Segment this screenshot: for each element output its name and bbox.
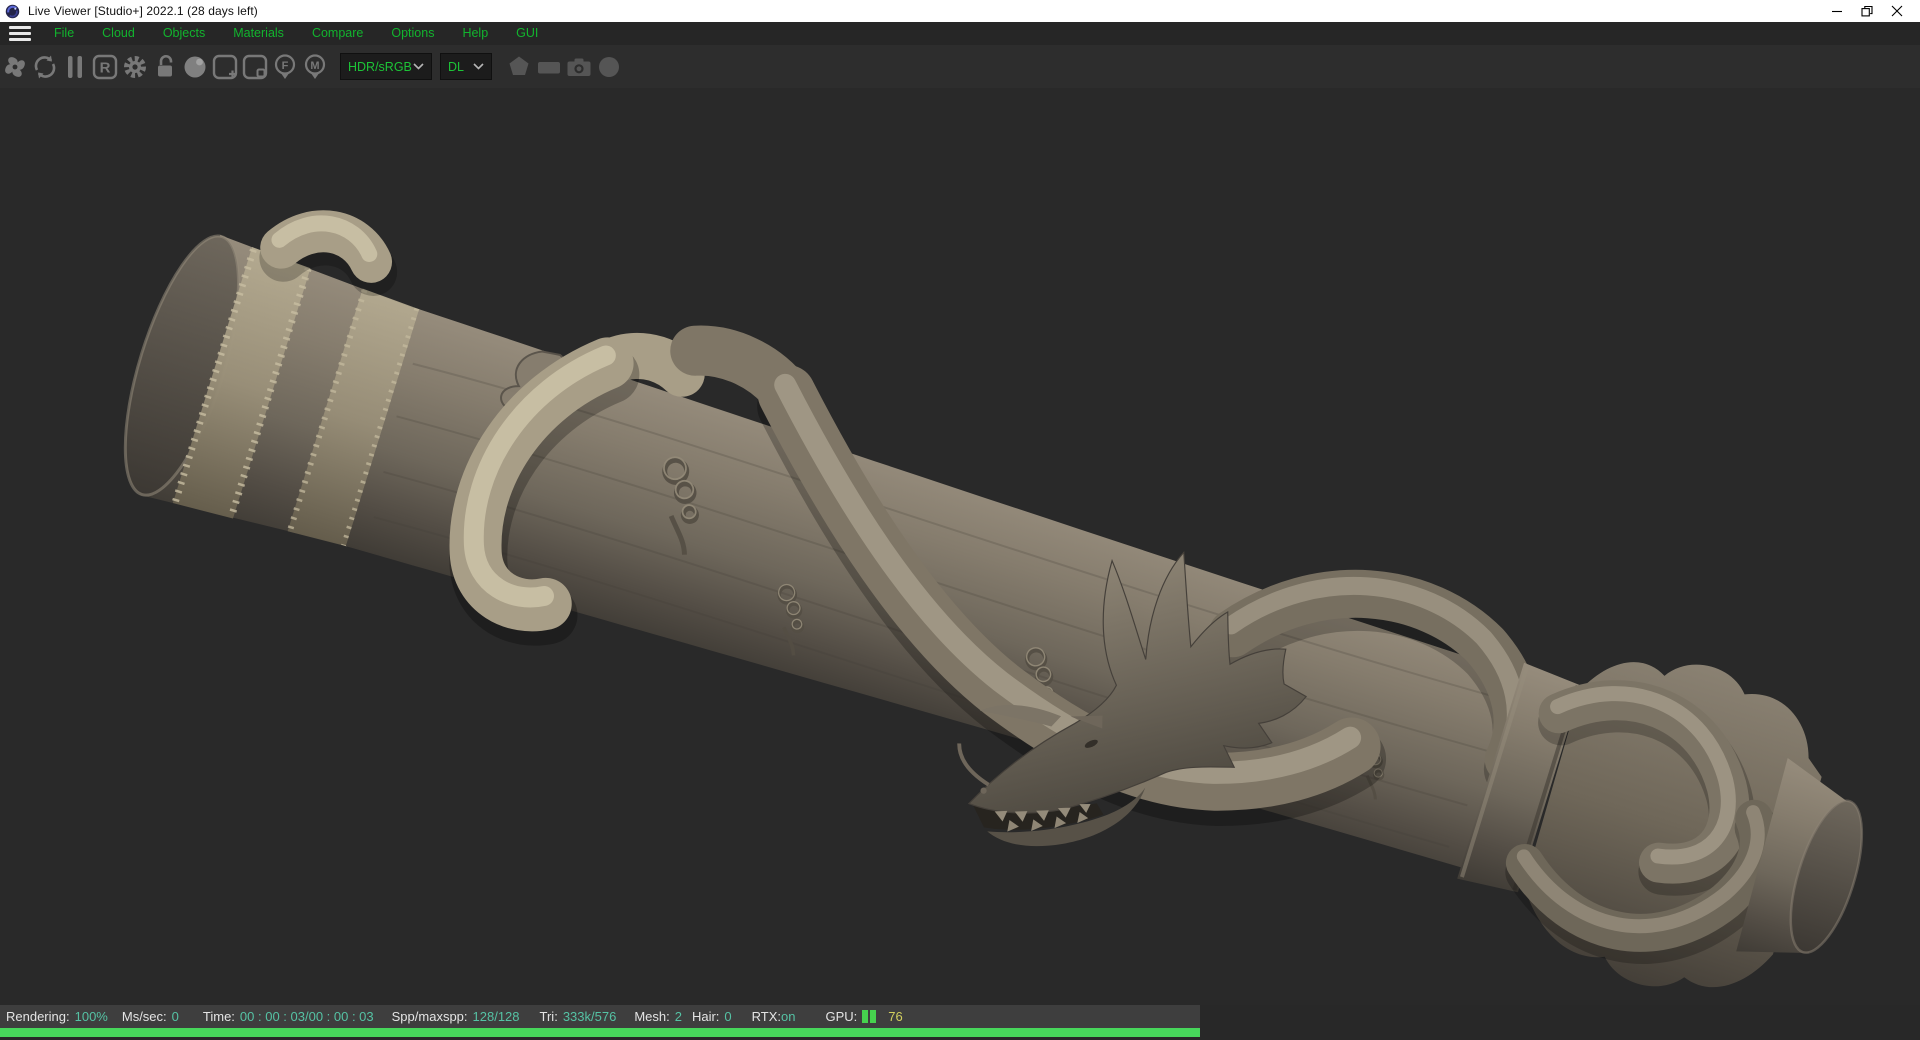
chevron-down-icon <box>413 63 424 70</box>
minimize-button[interactable] <box>1822 0 1852 22</box>
close-button[interactable] <box>1882 0 1912 22</box>
menu-materials[interactable]: Materials <box>219 22 298 45</box>
sphere-icon <box>594 52 624 82</box>
hamburger-menu-icon[interactable] <box>0 22 40 45</box>
menu-bar: File Cloud Objects Materials Compare Opt… <box>0 22 1920 45</box>
status-spp: Spp/maxspp:128/128 <box>392 1009 520 1024</box>
camera-button <box>564 49 594 85</box>
tonemap-dropdown[interactable]: HDR/sRGB <box>340 53 432 80</box>
gpu-meter <box>862 1010 876 1023</box>
restart-render-button[interactable] <box>30 49 60 85</box>
window-title: Live Viewer [Studio+] 2022.1 (28 days le… <box>28 4 258 18</box>
octane-logo-icon <box>5 4 20 19</box>
svg-text:M: M <box>310 60 319 72</box>
render-viewport[interactable] <box>0 88 1920 1005</box>
restart-render-icon <box>30 52 60 82</box>
menu-help[interactable]: Help <box>448 22 502 45</box>
sphere-button <box>594 49 624 85</box>
render-progress-track <box>0 1028 1200 1037</box>
render-ball-icon <box>180 52 210 82</box>
material-picker-button[interactable]: M <box>300 49 330 85</box>
render-status-bar: Rendering:100% Ms/sec:0 Time:00 : 00 : 0… <box>0 1005 1200 1028</box>
pause-render-icon <box>63 52 87 82</box>
menu-objects[interactable]: Objects <box>149 22 219 45</box>
render-progress-fill <box>0 1028 1200 1037</box>
menu-file[interactable]: File <box>40 22 88 45</box>
pause-render-button[interactable] <box>60 49 90 85</box>
geometry-button <box>504 49 534 85</box>
restore-icon <box>1861 5 1873 17</box>
geometry-pentagon-icon <box>504 52 534 82</box>
octane-pinwheel-button[interactable] <box>0 49 30 85</box>
render-scene <box>0 88 1920 1005</box>
live-viewer-window: Live Viewer [Studio+] 2022.1 (28 days le… <box>0 0 1920 1040</box>
plane-rect-icon <box>534 52 564 82</box>
status-tri: Tri:333k/576 <box>540 1009 617 1024</box>
octane-pinwheel-icon <box>1 53 29 81</box>
status-ms-sec: Ms/sec:0 <box>122 1009 179 1024</box>
add-region-button[interactable] <box>210 49 240 85</box>
reset-icon: R <box>90 52 120 82</box>
minimize-icon <box>1831 5 1843 17</box>
status-rendering: Rendering:100% <box>6 1009 108 1024</box>
sub-frame-button[interactable] <box>240 49 270 85</box>
tonemap-value: HDR/sRGB <box>348 60 412 74</box>
title-bar: Live Viewer [Studio+] 2022.1 (28 days le… <box>0 0 1920 22</box>
reset-button[interactable]: R <box>90 49 120 85</box>
menu-gui[interactable]: GUI <box>502 22 552 45</box>
status-mesh: Mesh:2 <box>634 1009 682 1024</box>
settings-button[interactable] <box>120 49 150 85</box>
menu-compare[interactable]: Compare <box>298 22 377 45</box>
status-time: Time:00 : 00 : 03/00 : 00 : 03 <box>203 1009 374 1024</box>
camera-icon <box>564 52 594 82</box>
focus-picker-button[interactable]: F <box>270 49 300 85</box>
svg-text:R: R <box>100 59 111 76</box>
status-rtx: RTX:on <box>752 1009 796 1024</box>
add-region-icon <box>210 52 240 82</box>
toolbar: R <box>0 45 1920 88</box>
gear-icon <box>120 52 150 82</box>
lock-open-icon <box>150 52 180 82</box>
render-mode-dropdown[interactable]: DL <box>440 53 492 80</box>
render-mode-value: DL <box>448 60 464 74</box>
material-picker-pin-icon: M <box>300 52 330 82</box>
menu-options[interactable]: Options <box>377 22 448 45</box>
lock-button[interactable] <box>150 49 180 85</box>
svg-text:F: F <box>282 60 289 72</box>
bottom-area: Rendering:100% Ms/sec:0 Time:00 : 00 : 0… <box>0 1005 1920 1040</box>
chevron-down-icon <box>473 63 484 70</box>
close-icon <box>1891 5 1903 17</box>
plane-button <box>534 49 564 85</box>
status-hair: Hair:0 <box>692 1009 732 1024</box>
restore-button[interactable] <box>1852 0 1882 22</box>
sub-frame-icon <box>240 52 270 82</box>
focus-picker-pin-icon: F <box>270 52 300 82</box>
render-ball-button[interactable] <box>180 49 210 85</box>
status-gpu: GPU: 76 <box>826 1009 903 1024</box>
menu-cloud[interactable]: Cloud <box>88 22 149 45</box>
disabled-tools <box>504 49 624 85</box>
